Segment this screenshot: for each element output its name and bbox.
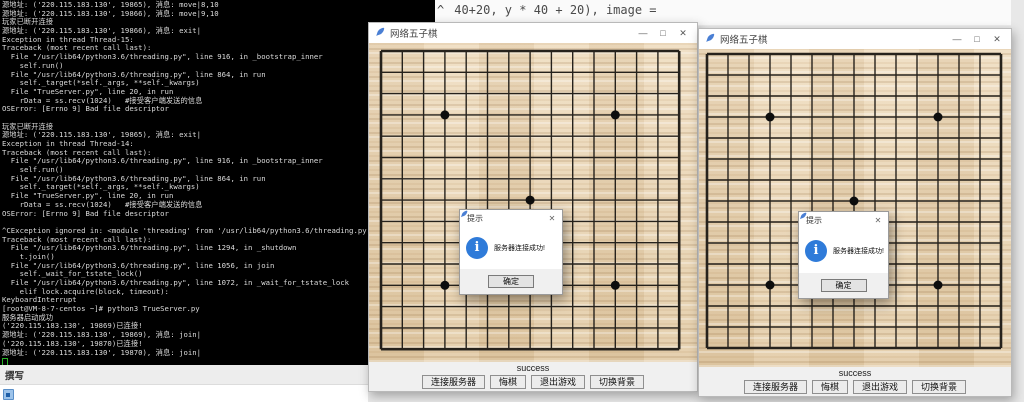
board-star-point: [611, 281, 620, 290]
close-button[interactable]: ✕: [673, 23, 693, 43]
board-star-point: [766, 281, 775, 290]
gomoku-window-1: 网络五子棋 — □ ✕ 提示 ✕ i 服务器连接成功!: [368, 22, 698, 392]
exit-game-button[interactable]: 退出游戏: [853, 380, 907, 394]
dialog-titlebar[interactable]: 提示 ✕: [799, 212, 888, 228]
gomoku-board[interactable]: [699, 49, 1011, 367]
board-canvas[interactable]: 提示 ✕ i 服务器连接成功! 确定: [699, 49, 1011, 367]
gomoku-window-2: 网络五子棋 — □ ✕ 提示 ✕ i 服务器连接成功!: [698, 28, 1012, 397]
game-toolbar: 连接服务器 悔棋 退出游戏 切换背景: [699, 380, 1011, 396]
compose-app-icon[interactable]: [3, 389, 14, 400]
board-star-point: [850, 197, 859, 206]
window-title: 网络五子棋: [720, 32, 947, 46]
board-star-point: [934, 281, 943, 290]
terminal-cursor: [2, 358, 8, 365]
dialog-body: i 服务器连接成功!: [799, 228, 888, 273]
ok-button[interactable]: 确定: [821, 279, 867, 292]
board-star-point: [611, 110, 620, 119]
tk-feather-icon: [705, 30, 715, 48]
connect-server-button[interactable]: 连接服务器: [422, 375, 485, 389]
compose-toolbar: [0, 385, 368, 402]
titlebar[interactable]: 网络五子棋 — □ ✕: [369, 23, 697, 43]
terminal-line: 源地址: ('220.115.183.130', 19866), 消息: mov…: [2, 10, 435, 19]
compose-label: 撰写: [5, 368, 24, 382]
connect-server-button[interactable]: 连接服务器: [744, 380, 807, 394]
board-star-point: [440, 281, 449, 290]
undo-move-button[interactable]: 悔棋: [812, 380, 848, 394]
gomoku-board[interactable]: [369, 43, 697, 362]
compose-bar: 撰写: [0, 365, 368, 385]
dialog-title: 提示: [806, 215, 872, 226]
dialog-close-icon[interactable]: ✕: [546, 214, 558, 223]
desktop: ^ 40+20, y * 40 + 20), image = 源地址: ('22…: [0, 0, 1024, 402]
maximize-button[interactable]: □: [967, 29, 987, 49]
game-toolbar: 连接服务器 悔棋 退出游戏 切换背景: [369, 375, 697, 391]
board-star-point: [440, 110, 449, 119]
message-dialog: 提示 ✕ i 服务器连接成功! 确定: [798, 211, 889, 299]
minimize-button[interactable]: —: [947, 29, 967, 49]
status-label: success: [699, 367, 1011, 380]
ok-button[interactable]: 确定: [488, 275, 534, 288]
dialog-message: 服务器连接成功!: [833, 246, 884, 256]
close-button[interactable]: ✕: [987, 29, 1007, 49]
dialog-message: 服务器连接成功!: [494, 243, 545, 253]
status-label: success: [369, 362, 697, 375]
board-star-point: [526, 196, 535, 205]
tk-feather-icon: [375, 24, 385, 42]
info-icon: i: [466, 237, 488, 259]
dialog-footer: 确定: [799, 273, 888, 298]
switch-background-button[interactable]: 切换背景: [590, 375, 644, 389]
dialog-title: 提示: [467, 213, 546, 224]
minimize-button[interactable]: —: [633, 23, 653, 43]
board-star-point: [766, 113, 775, 122]
dialog-body: i 服务器连接成功!: [460, 226, 562, 269]
undo-move-button[interactable]: 悔棋: [490, 375, 526, 389]
dialog-titlebar[interactable]: 提示 ✕: [460, 210, 562, 226]
titlebar[interactable]: 网络五子棋 — □ ✕: [699, 29, 1011, 49]
board-star-point: [934, 113, 943, 122]
editor-caret: ^: [437, 3, 444, 17]
switch-background-button[interactable]: 切换背景: [912, 380, 966, 394]
maximize-button[interactable]: □: [653, 23, 673, 43]
exit-game-button[interactable]: 退出游戏: [531, 375, 585, 389]
dialog-footer: 确定: [460, 269, 562, 294]
board-canvas[interactable]: 提示 ✕ i 服务器连接成功! 确定: [369, 43, 697, 362]
window-title: 网络五子棋: [390, 26, 633, 40]
info-icon: i: [805, 240, 827, 262]
editor-code-line: 40+20, y * 40 + 20), image =: [454, 3, 656, 17]
message-dialog: 提示 ✕ i 服务器连接成功! 确定: [459, 209, 563, 295]
dialog-close-icon[interactable]: ✕: [872, 216, 884, 225]
